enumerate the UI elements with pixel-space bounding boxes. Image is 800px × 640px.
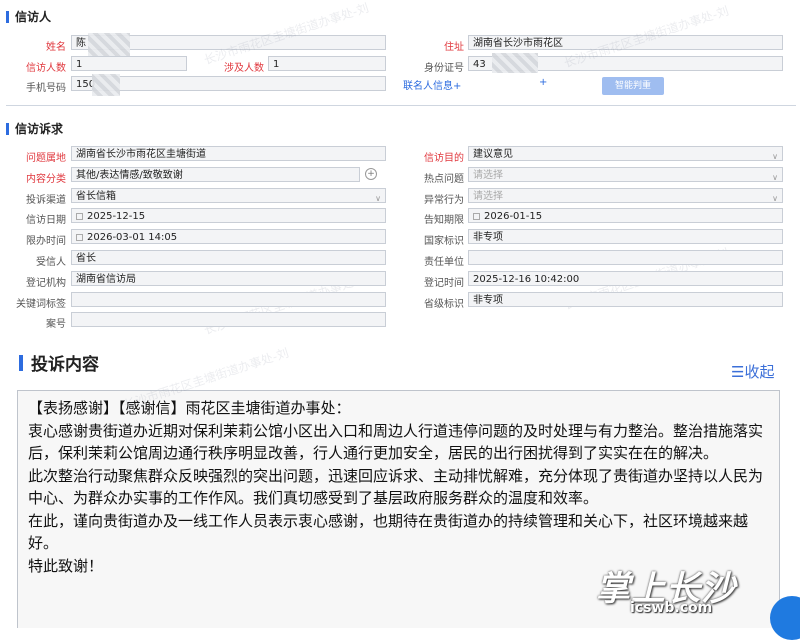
field-label: 登记机构 <box>26 278 66 289</box>
field-label: 投诉渠道 <box>26 195 66 206</box>
field-label: 案号 <box>46 319 66 330</box>
site-logo-domain: icswb.com <box>630 600 713 616</box>
appeal-right-field[interactable]: 请选择 ∨ <box>468 188 783 203</box>
chevron-down-icon: ∨ <box>772 194 778 203</box>
field-label: 内容分类 <box>26 174 66 185</box>
privacy-mosaic <box>492 53 538 73</box>
appeal-left-field[interactable]: 湖南省长沙市雨花区圭塘街道 <box>71 146 386 161</box>
section-title-appeal: 信访诉求 <box>6 120 63 137</box>
complaint-title: 投诉内容 <box>19 350 99 375</box>
chevron-down-icon: ∨ <box>772 173 778 182</box>
contact-info-link[interactable]: 联名人信息+ <box>403 77 461 92</box>
privacy-mosaic <box>92 74 120 96</box>
field-label: 限办时间 <box>26 236 66 247</box>
field-label: 问题属地 <box>26 153 66 164</box>
appeal-right-field[interactable]: 请选择 ∨ <box>468 167 783 182</box>
field-label: 热点问题 <box>424 174 464 185</box>
appeal-left-field[interactable]: 2026-03-01 14:05 <box>71 229 386 244</box>
appeal-right-field[interactable] <box>468 250 783 265</box>
appeal-left-field[interactable]: 省长 <box>71 250 386 265</box>
chevron-down-icon: ∨ <box>772 152 778 161</box>
field-label: 责任单位 <box>424 257 464 268</box>
appeal-right-field[interactable]: 非专项 <box>468 292 783 307</box>
add-icon[interactable]: + <box>539 77 547 88</box>
appeal-left-field[interactable]: 2025-12-15 <box>71 208 386 223</box>
appeal-left-field[interactable]: 湖南省信访局 <box>71 271 386 286</box>
appeal-right-field[interactable]: 2026-01-15 <box>468 208 783 223</box>
appeal-left-field[interactable] <box>71 312 386 327</box>
field-label: 告知期限 <box>424 215 464 226</box>
calendar-icon <box>473 213 480 220</box>
add-category-icon[interactable]: + <box>365 168 377 180</box>
appeal-left-field[interactable] <box>71 292 386 307</box>
complaint-paragraph: 【表扬感谢】【感谢信】雨花区圭塘街道办事处： <box>28 399 351 417</box>
section-title-petitioner: 信访人 <box>6 8 51 25</box>
field-label: 登记时间 <box>424 278 464 289</box>
appeal-right-field[interactable]: 2025-12-16 10:42:00 <box>468 271 783 286</box>
collapse-icon: ☰ <box>731 363 745 381</box>
id-number-label: 身份证号 <box>424 63 464 74</box>
section-divider <box>6 105 796 106</box>
petitioner-count-field[interactable]: 1 <box>71 56 187 71</box>
appeal-right-field[interactable]: 建议意见 ∨ <box>468 146 783 161</box>
appeal-left-field[interactable]: 其他/表达情感/致敬致谢 <box>71 167 360 182</box>
complaint-paragraph: 此次整治行动聚焦群众反映强烈的突出问题，迅速回应诉求、主动排忧解难，充分体现了贵… <box>28 466 764 508</box>
field-label: 省级标识 <box>424 299 464 310</box>
smart-dedup-button[interactable]: 智能判重 <box>602 77 664 95</box>
field-label: 信访目的 <box>424 153 464 164</box>
address-field[interactable]: 湖南省长沙市雨花区 <box>468 35 783 50</box>
involved-count-field[interactable]: 1 <box>268 56 386 71</box>
involved-count-label: 涉及人数 <box>224 63 264 74</box>
field-label: 异常行为 <box>424 195 464 206</box>
chat-icon[interactable] <box>770 596 800 640</box>
address-label: 住址 <box>444 42 464 53</box>
complaint-paragraph: 衷心感谢贵街道办近期对保利茉莉公馆小区出入口和周边人行道违停问题的及时处理与有力… <box>28 421 764 463</box>
petitioner-count-label: 信访人数 <box>26 63 66 74</box>
field-label: 受信人 <box>36 257 66 268</box>
name-label: 姓名 <box>46 42 66 53</box>
complaint-paragraph: 在此，谨向贵街道办及一线工作人员表示衷心感谢，也期待在贵街道办的持续管理和关心下… <box>28 511 749 553</box>
field-label: 信访日期 <box>26 215 66 226</box>
calendar-icon <box>76 213 83 220</box>
field-label: 关键词标签 <box>16 299 66 310</box>
collapse-button[interactable]: ☰收起 <box>731 361 774 382</box>
chevron-down-icon: ∨ <box>375 194 381 203</box>
phone-label: 手机号码 <box>26 83 66 94</box>
appeal-left-field[interactable]: 省长信箱 ∨ <box>71 188 386 203</box>
calendar-icon <box>76 234 83 241</box>
appeal-right-field[interactable]: 非专项 <box>468 229 783 244</box>
privacy-mosaic <box>88 33 130 57</box>
field-label: 国家标识 <box>424 236 464 247</box>
